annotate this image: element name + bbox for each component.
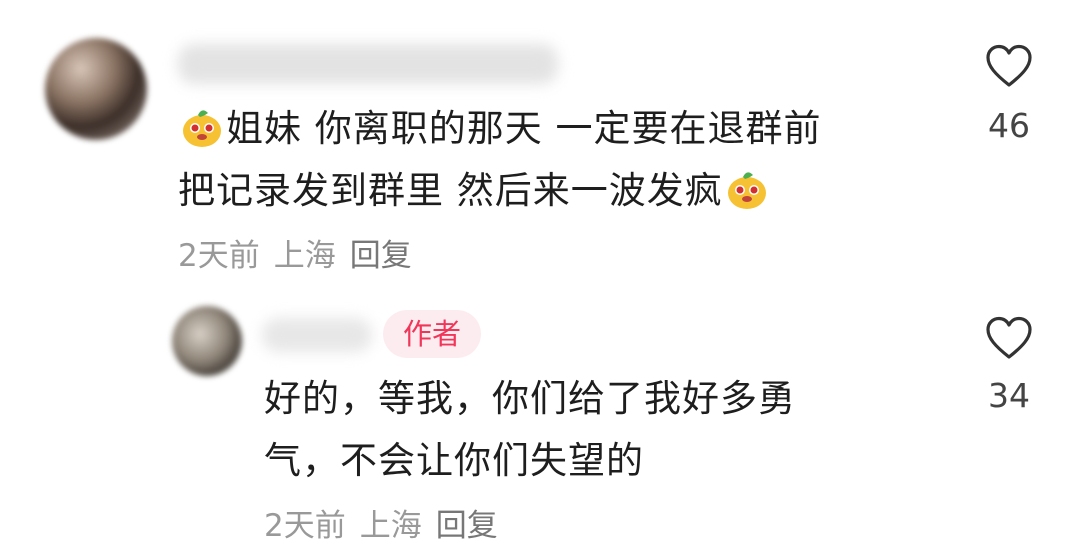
comment-reply-button[interactable]: 回复: [350, 238, 412, 274]
comment-line-1: 姐妹 你离职的那天 一定要在退群前: [178, 98, 918, 160]
mascot-emoji-icon: [727, 172, 766, 209]
heart-outline-icon[interactable]: [985, 316, 1033, 360]
heart-outline-icon[interactable]: [985, 44, 1033, 88]
commenter-avatar[interactable]: [45, 38, 147, 140]
mascot-emoji-icon: [183, 110, 221, 147]
comment-location: 上海: [273, 238, 336, 274]
comment-like-count: 46: [988, 106, 1030, 145]
reply-text-line2: 气，不会让你们失望的: [264, 439, 644, 482]
reply-text: 好的，等我，你们给了我好多勇 气，不会让你们失望的: [264, 368, 884, 492]
comment-line-2: 把记录发到群里 然后来一波发疯: [178, 160, 918, 222]
comment-text: 姐妹 你离职的那天 一定要在退群前 把记录发到群里 然后来一波发疯: [178, 98, 918, 222]
comment-time: 2天前: [178, 238, 260, 274]
comment-text-line2: 把记录发到群里 然后来一波发疯: [178, 169, 723, 212]
reply-time: 2天前: [264, 508, 346, 544]
comment-text-line1: 姐妹 你离职的那天 一定要在退群前: [226, 107, 822, 150]
comment-meta: 2天前 上海 回复: [178, 230, 426, 275]
commenter-name-blurred[interactable]: [178, 44, 558, 84]
reply-text-line1: 好的，等我，你们给了我好多勇: [264, 377, 796, 420]
reply-like-count: 34: [988, 376, 1030, 415]
author-avatar[interactable]: [172, 306, 242, 376]
author-badge: 作者: [383, 310, 482, 358]
reply-meta: 2天前 上海 回复: [264, 500, 512, 545]
reply-location: 上海: [359, 508, 422, 544]
author-name-blurred[interactable]: [262, 318, 372, 352]
reply-reply-button[interactable]: 回复: [436, 508, 498, 544]
